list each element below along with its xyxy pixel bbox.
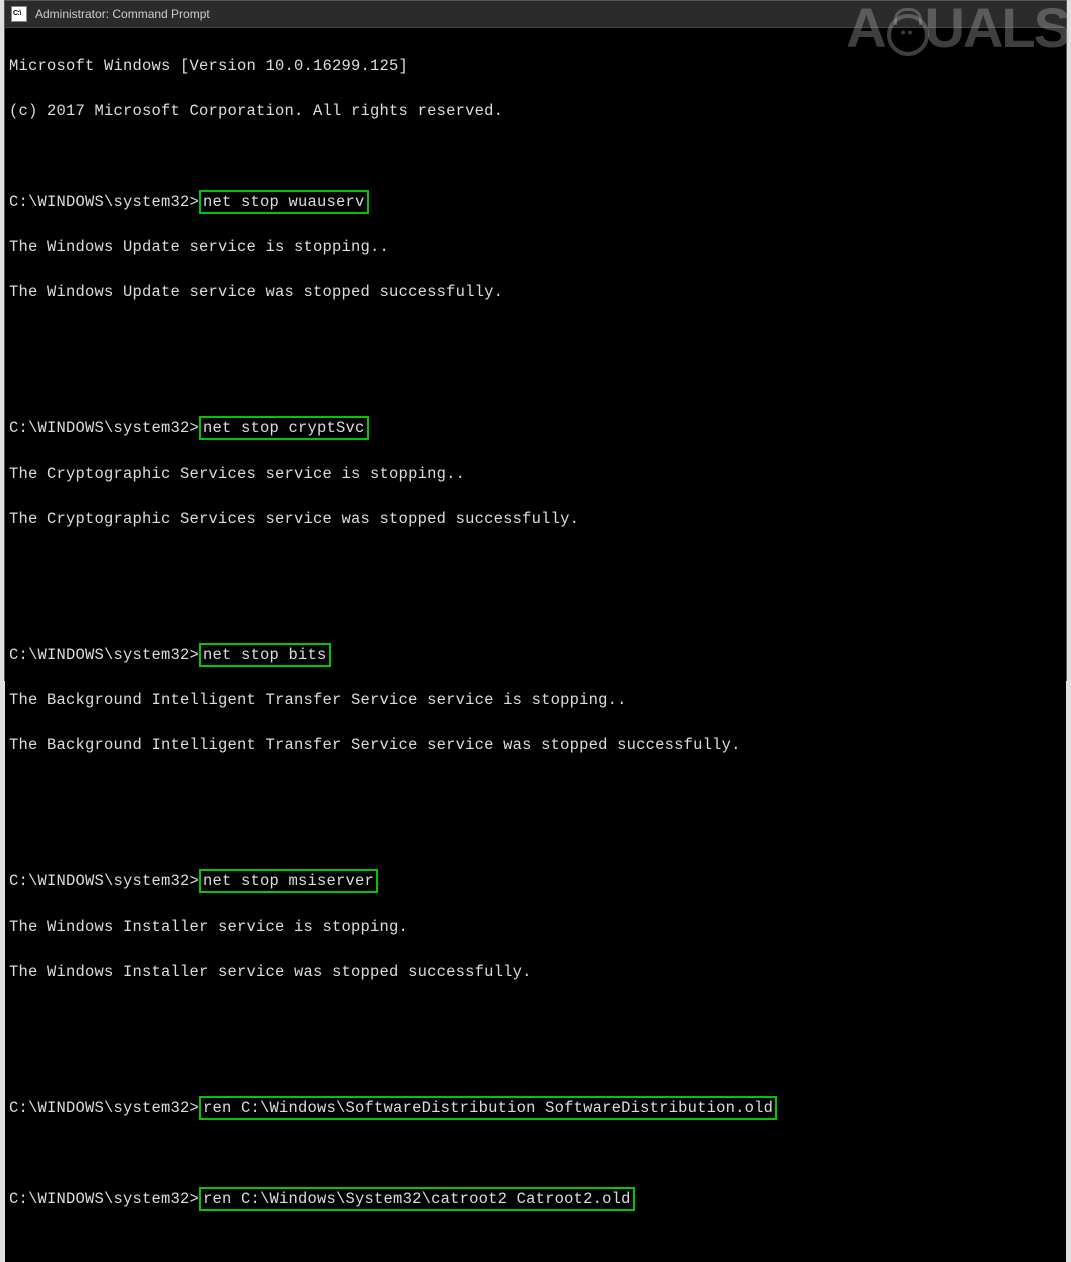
highlighted-command: ren C:\Windows\SoftwareDistribution Soft… bbox=[199, 1096, 777, 1120]
blank-line bbox=[9, 326, 1060, 349]
appuals-logo-icon bbox=[887, 14, 929, 56]
highlighted-command: net stop wuauserv bbox=[199, 190, 369, 214]
output-line: The Windows Update service is stopping.. bbox=[9, 236, 1060, 259]
prompt-line: C:\WINDOWS\system32>net stop bits bbox=[9, 643, 1060, 667]
highlighted-command: net stop msiserver bbox=[199, 869, 378, 893]
output-line: The Windows Installer service is stoppin… bbox=[9, 916, 1060, 939]
window-title: Administrator: Command Prompt bbox=[35, 7, 210, 21]
blank-line bbox=[9, 824, 1060, 847]
prompt-line: C:\WINDOWS\system32>ren C:\Windows\Softw… bbox=[9, 1096, 1060, 1120]
prompt-line: C:\WINDOWS\system32>net stop cryptSvc bbox=[9, 416, 1060, 440]
appuals-watermark: A UALS bbox=[846, 0, 1069, 60]
output-line: The Background Intelligent Transfer Serv… bbox=[9, 689, 1060, 712]
header-line: (c) 2017 Microsoft Corporation. All righ… bbox=[9, 100, 1060, 123]
prompt: C:\WINDOWS\system32> bbox=[9, 419, 199, 437]
prompt: C:\WINDOWS\system32> bbox=[9, 646, 199, 664]
blank-line bbox=[9, 1051, 1060, 1074]
prompt: C:\WINDOWS\system32> bbox=[9, 872, 199, 890]
blank-line bbox=[9, 371, 1060, 394]
cmd-window: Administrator: Command Prompt Microsoft … bbox=[4, 0, 1067, 681]
cmd-prompt-icon bbox=[11, 6, 27, 22]
highlighted-command: net stop bits bbox=[199, 643, 331, 667]
highlighted-command: ren C:\Windows\System32\catroot2 Catroot… bbox=[199, 1187, 635, 1211]
output-line: The Windows Installer service was stoppe… bbox=[9, 961, 1060, 984]
watermark-prefix: A bbox=[846, 0, 884, 60]
prompt-line: C:\WINDOWS\system32>ren C:\Windows\Syste… bbox=[9, 1187, 1060, 1211]
blank-line bbox=[9, 1142, 1060, 1165]
blank-line bbox=[9, 598, 1060, 621]
prompt: C:\WINDOWS\system32> bbox=[9, 193, 199, 211]
output-line: The Cryptographic Services service is st… bbox=[9, 463, 1060, 486]
highlighted-command: net stop cryptSvc bbox=[199, 416, 369, 440]
blank-line bbox=[9, 779, 1060, 802]
prompt-line: C:\WINDOWS\system32>net stop msiserver bbox=[9, 869, 1060, 893]
output-line: The Windows Update service was stopped s… bbox=[9, 281, 1060, 304]
blank-line bbox=[9, 145, 1060, 168]
output-line: The Cryptographic Services service was s… bbox=[9, 508, 1060, 531]
terminal-output[interactable]: Microsoft Windows [Version 10.0.16299.12… bbox=[5, 28, 1066, 1262]
output-line: The Background Intelligent Transfer Serv… bbox=[9, 734, 1060, 757]
prompt: C:\WINDOWS\system32> bbox=[9, 1099, 199, 1117]
blank-line bbox=[9, 553, 1060, 576]
prompt: C:\WINDOWS\system32> bbox=[9, 1190, 199, 1208]
prompt-line: C:\WINDOWS\system32>net stop wuauserv bbox=[9, 190, 1060, 214]
blank-line bbox=[9, 1006, 1060, 1029]
watermark-suffix: UALS bbox=[925, 0, 1069, 60]
